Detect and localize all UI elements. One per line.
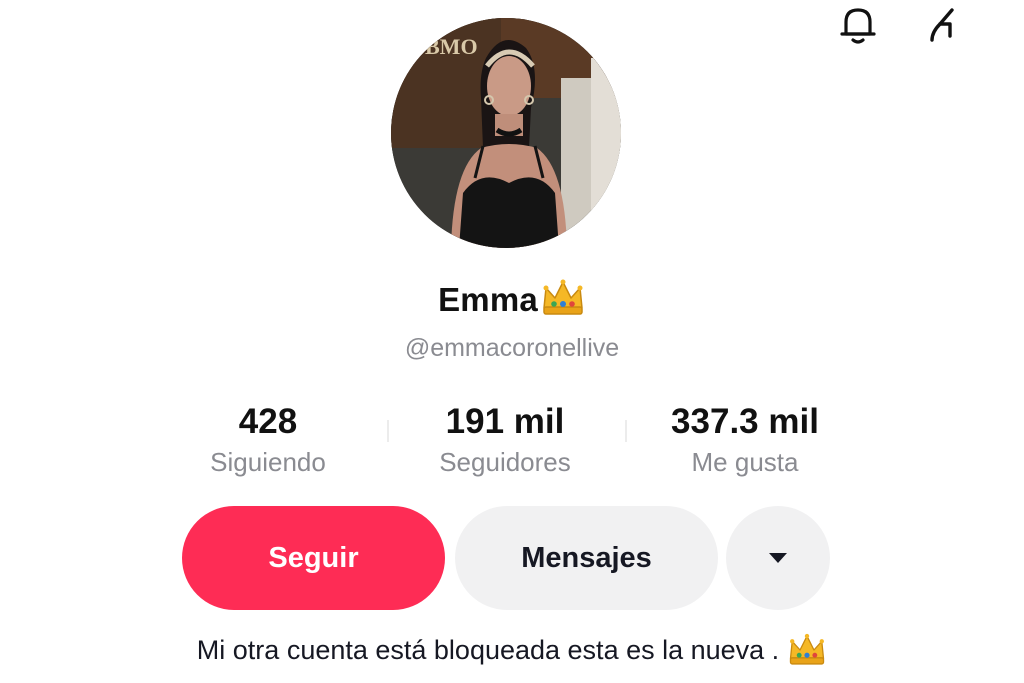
bell-icon[interactable] (834, 0, 882, 48)
avatar[interactable]: BMO (391, 18, 621, 248)
profile-actions: Seguir Mensajes (0, 506, 1024, 610)
stat-followers[interactable]: 191 mil Seguidores (405, 400, 605, 480)
stat-divider (625, 420, 627, 442)
svg-text:BMO: BMO (425, 34, 478, 59)
stat-likes[interactable]: 337.3 mil Me gusta (645, 400, 845, 480)
profile-stats: 428 Siguiendo 191 mil Seguidores 337.3 m… (0, 400, 1024, 480)
stat-divider (387, 420, 389, 442)
username: @emmacoronellive (404, 334, 620, 362)
caret-down-icon (769, 553, 787, 563)
stat-followers-label: Seguidores (439, 447, 571, 477)
more-options-button[interactable] (726, 506, 830, 610)
stat-likes-value: 337.3 mil (671, 402, 819, 441)
header-actions (834, 0, 966, 52)
stat-following[interactable]: 428 Siguiendo (188, 400, 348, 480)
follow-button[interactable]: Seguir (182, 506, 445, 610)
crown-emoji-icon (790, 633, 825, 665)
message-button[interactable]: Mensajes (455, 506, 718, 610)
stat-likes-label: Me gusta (691, 447, 799, 477)
bio-row: Mi otra cuenta está bloqueada esta es la… (0, 632, 1024, 668)
display-name: Emma (438, 281, 538, 318)
crown-emoji-icon (543, 279, 583, 315)
display-name-row: Emma (0, 278, 1024, 322)
share-icon[interactable] (918, 0, 966, 48)
stat-following-value: 428 (238, 402, 298, 441)
profile-photo: BMO (391, 18, 621, 248)
bio-text: Mi otra cuenta está bloqueada esta es la… (196, 634, 780, 665)
stat-followers-value: 191 mil (445, 402, 565, 441)
stat-following-label: Siguiendo (210, 447, 326, 477)
